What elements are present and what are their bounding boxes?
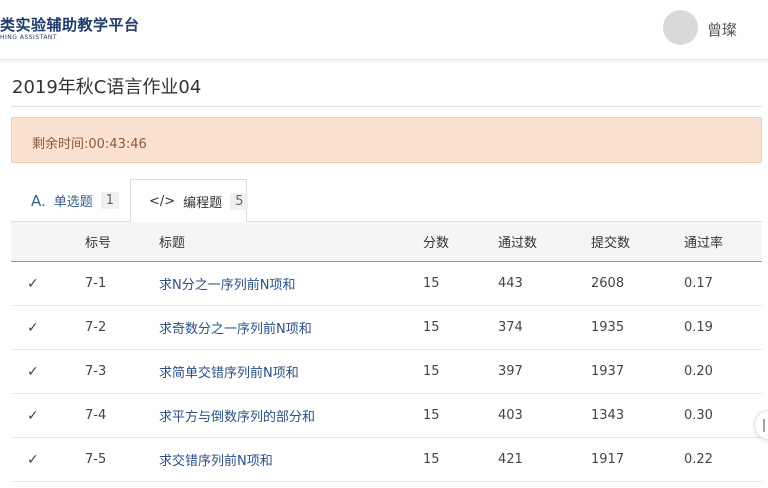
problem-number: 7-4: [85, 408, 107, 423]
problem-submitted: 1937: [591, 364, 625, 379]
header-passed[interactable]: 通过数: [498, 222, 537, 261]
problem-score: 15: [423, 276, 440, 291]
title-divider: [11, 106, 762, 107]
table-row[interactable]: ✓ 7-4 求平方与倒数序列的部分和 15 403 1343 0.30: [11, 394, 762, 438]
problem-score: 15: [423, 452, 440, 467]
table-row[interactable]: ✓ 7-3 求简单交错序列前N项和 15 397 1937 0.20: [11, 350, 762, 394]
problem-number: 7-5: [85, 452, 107, 467]
code-icon: </>: [149, 193, 176, 209]
table-row[interactable]: ✓ 7-5 求交错序列前N项和 15 421 1917 0.22: [11, 438, 762, 482]
problem-passed: 403: [498, 408, 523, 423]
problem-submitted: 2608: [591, 276, 625, 291]
remaining-time: 剩余时间:00:43:46: [32, 137, 147, 152]
timer-banner: 剩余时间:00:43:46: [11, 117, 762, 163]
problem-passed: 374: [498, 320, 523, 335]
tab-label: 单选题: [53, 195, 93, 210]
problem-submitted: 1917: [591, 452, 625, 467]
table-row[interactable]: ✓ 7-1 求N分之一序列前N项和 15 443 2608 0.17: [11, 262, 762, 306]
problem-score: 15: [423, 320, 440, 335]
problem-rate: 0.19: [684, 320, 713, 335]
header-number[interactable]: 标号: [85, 222, 111, 261]
table-row[interactable]: ✓ 7-2 求奇数分之一序列前N项和 15 374 1935 0.19: [11, 306, 762, 350]
problem-title-link[interactable]: 求平方与倒数序列的部分和: [159, 394, 315, 437]
problem-rate: 0.20: [684, 364, 713, 379]
count-badge: 1: [100, 192, 120, 209]
problem-submitted: 1935: [591, 320, 625, 335]
check-icon: ✓: [27, 319, 39, 336]
problem-score: 15: [423, 408, 440, 423]
problem-passed: 421: [498, 452, 523, 467]
count-badge: 5: [230, 192, 249, 210]
top-bar: 类实验辅助教学平台 HING ASSISTANT 曾璨: [0, 0, 768, 60]
avatar[interactable]: [663, 10, 698, 45]
problem-number: 7-3: [85, 364, 107, 379]
user-name[interactable]: 曾璨: [707, 19, 737, 40]
single-choice-icon: A.: [31, 191, 46, 210]
logo-title[interactable]: 类实验辅助教学平台: [0, 14, 140, 35]
header-title[interactable]: 标题: [159, 222, 185, 261]
header-submitted[interactable]: 提交数: [591, 222, 630, 261]
tab-programming[interactable]: </> 编程题 5: [130, 179, 249, 223]
problem-rate: 0.22: [684, 452, 713, 467]
problem-table: 标号 标题 分数 通过数 提交数 通过率 ✓ 7-1 求N分之一序列前N项和 1…: [11, 222, 762, 482]
page-title: 2019年秋C语言作业04: [12, 77, 202, 98]
tab-single-choice[interactable]: A. 单选题 1: [31, 179, 120, 222]
problem-passed: 443: [498, 276, 523, 291]
check-icon: ✓: [27, 275, 39, 292]
check-icon: ✓: [27, 451, 39, 468]
problem-title-link[interactable]: 求奇数分之一序列前N项和: [159, 306, 312, 349]
check-icon: ✓: [27, 407, 39, 424]
check-icon: ✓: [27, 363, 39, 380]
header-rate[interactable]: 通过率: [684, 222, 723, 261]
problem-passed: 397: [498, 364, 523, 379]
problem-title-link[interactable]: 求N分之一序列前N项和: [159, 262, 295, 305]
problem-number: 7-2: [85, 320, 107, 335]
handle-bar-icon: [763, 419, 768, 432]
problem-title-link[interactable]: 求交错序列前N项和: [159, 438, 273, 481]
problem-rate: 0.30: [684, 408, 713, 423]
table-header: 标号 标题 分数 通过数 提交数 通过率: [11, 222, 762, 262]
tab-label: 编程题: [183, 195, 223, 211]
problem-rate: 0.17: [684, 276, 713, 291]
logo-subtitle: HING ASSISTANT: [0, 34, 58, 41]
problem-score: 15: [423, 364, 440, 379]
problem-submitted: 1343: [591, 408, 625, 423]
problem-type-tabs: A. 单选题 1 </> 编程题 5: [11, 179, 762, 223]
problem-title-link[interactable]: 求简单交错序列前N项和: [159, 350, 299, 393]
header-score[interactable]: 分数: [423, 222, 449, 261]
problem-number: 7-1: [85, 276, 107, 291]
